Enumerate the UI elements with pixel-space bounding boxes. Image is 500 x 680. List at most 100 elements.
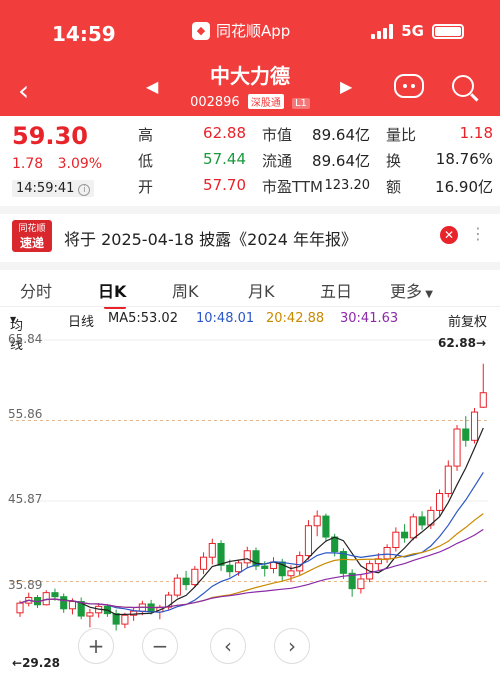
candle-body bbox=[51, 592, 59, 598]
app-logo-icon: ◆ bbox=[192, 21, 210, 40]
ma10-value: 10:48.01 bbox=[196, 311, 255, 326]
current-price: 59.30 bbox=[12, 122, 88, 150]
news-logo-top: 同花顺 bbox=[18, 224, 46, 234]
candle-body bbox=[208, 542, 216, 558]
scroll-right-button[interactable]: › bbox=[274, 628, 310, 664]
candle-body bbox=[16, 602, 24, 614]
tab-daily-k[interactable]: 日K bbox=[98, 278, 126, 302]
candle-body bbox=[112, 613, 120, 625]
quote-value: 89.64亿 bbox=[312, 126, 370, 144]
candle-body bbox=[401, 531, 409, 539]
battery-icon bbox=[432, 23, 464, 39]
candle-body bbox=[217, 542, 225, 566]
signal-icon bbox=[371, 23, 394, 39]
quote-value: 57.70 bbox=[203, 176, 246, 194]
news-banner[interactable]: 同花顺 速递 将于 2025-04-18 披露《2024 年年报》 ✕ ⋮ bbox=[0, 206, 500, 254]
candle-body bbox=[68, 601, 77, 610]
network-type: 5G bbox=[401, 22, 424, 40]
quote-value: 1.18 bbox=[459, 124, 493, 142]
adjust-selector[interactable]: 前复权 bbox=[448, 311, 487, 330]
candle-body bbox=[182, 577, 190, 586]
kline-svg[interactable] bbox=[0, 330, 500, 676]
app-name: 同花顺App bbox=[216, 22, 291, 40]
price-change: 1.78 3.09% bbox=[12, 156, 112, 172]
quote-label: 市盈TTM bbox=[262, 178, 324, 196]
candle-body bbox=[121, 614, 129, 625]
info-icon[interactable]: i bbox=[78, 184, 91, 196]
app-indicator[interactable]: ◆ 同花顺App bbox=[192, 20, 290, 41]
scroll-left-button[interactable]: ‹ bbox=[210, 628, 246, 664]
y-tick-3: 35.89 bbox=[8, 578, 43, 592]
candle-body bbox=[435, 493, 444, 511]
news-logo-bottom: 速递 bbox=[19, 236, 44, 250]
zoom-out-button[interactable]: − bbox=[142, 628, 178, 664]
more-vertical-icon[interactable]: ⋮ bbox=[470, 224, 486, 243]
candle-body bbox=[226, 564, 234, 573]
ma30-line bbox=[19, 528, 484, 609]
quote-time: 14:59:41 i bbox=[12, 180, 95, 197]
tab-monthly-k[interactable]: 月K bbox=[248, 278, 275, 302]
quote-label: 高 bbox=[138, 126, 154, 144]
chart-tabs: 分时 日K 周K 月K 五日 更多 ▼ bbox=[0, 262, 500, 309]
stock-name: 中大力德 bbox=[210, 64, 290, 88]
quote-label: 开 bbox=[138, 178, 154, 196]
tab-weekly-k[interactable]: 周K bbox=[172, 278, 199, 302]
candle-body bbox=[173, 577, 181, 596]
candle-body bbox=[287, 570, 295, 577]
tab-intraday[interactable]: 分时 bbox=[20, 278, 52, 302]
ma-legend: 均线 ▼ 日线 MA5:53.02 10:48.01 20:42.88 30:4… bbox=[0, 306, 500, 353]
search-icon[interactable] bbox=[452, 75, 474, 97]
candle-body bbox=[199, 556, 208, 570]
status-right: 5G bbox=[371, 22, 464, 40]
quote-label: 流通 bbox=[262, 152, 293, 170]
candle-body bbox=[339, 551, 347, 574]
quote-value: 18.76% bbox=[435, 150, 493, 168]
badge-connect: 深股通 bbox=[247, 94, 284, 109]
candle-body bbox=[357, 578, 365, 590]
quote-label: 量比 bbox=[386, 126, 417, 144]
quote-label: 市值 bbox=[262, 126, 293, 144]
candle-body bbox=[409, 516, 417, 539]
quote-value: 16.90亿 bbox=[435, 178, 493, 196]
candle-body bbox=[42, 592, 50, 606]
badge-level: L1 bbox=[291, 98, 310, 109]
stock-sub: 002896 深股通 L1 bbox=[0, 94, 500, 110]
chevron-down-icon: ▼ bbox=[10, 315, 17, 324]
candle-body bbox=[322, 515, 330, 538]
candle-body bbox=[234, 562, 243, 573]
candle-body bbox=[392, 531, 400, 549]
candle-body bbox=[418, 516, 426, 526]
quote-value: 57.44 bbox=[203, 150, 246, 168]
news-text[interactable]: 将于 2025-04-18 披露《2024 年年报》 bbox=[64, 226, 357, 250]
quote-label: 低 bbox=[138, 152, 154, 170]
quote-value: 62.88 bbox=[203, 124, 246, 142]
quote-value: 89.64亿 bbox=[312, 152, 370, 170]
y-tick-1: 55.86 bbox=[8, 407, 43, 421]
candle-body bbox=[313, 515, 321, 527]
chevron-down-icon: ▼ bbox=[422, 289, 433, 300]
close-icon[interactable]: ✕ bbox=[440, 226, 458, 244]
tab-five-day[interactable]: 五日 bbox=[320, 278, 352, 302]
low-marker: ←29.28 bbox=[12, 656, 61, 670]
candle-body bbox=[86, 612, 94, 617]
quote-panel: 59.30 1.78 3.09% 14:59:41 i 高 62.88 市值 89.64… bbox=[0, 116, 500, 206]
ma30-value: 30:41.63 bbox=[340, 311, 399, 326]
zoom-in-button[interactable]: + bbox=[78, 628, 114, 664]
stock-header: 14:59 ◆ 同花顺App 5G ‹ ◀ 中大力德 ▶ 002896 深股通 … bbox=[0, 0, 500, 116]
candle-body bbox=[453, 428, 461, 467]
status-time: 14:59 bbox=[52, 22, 116, 46]
change-percent: 3.09% bbox=[57, 156, 103, 172]
kline-chart[interactable]: 65.84 55.86 45.87 35.89 62.88→ ←29.28 + … bbox=[0, 330, 500, 676]
assistant-robot-icon[interactable] bbox=[394, 74, 424, 98]
high-marker-value: 62.88 bbox=[437, 336, 476, 350]
candle-body bbox=[479, 392, 487, 408]
candle-body bbox=[462, 428, 470, 441]
quote-label: 换 bbox=[386, 152, 402, 170]
candle-body bbox=[243, 550, 251, 564]
tab-more[interactable]: 更多 ▼ bbox=[390, 278, 433, 302]
ma5-value: MA5:53.02 bbox=[108, 311, 178, 326]
candle-body bbox=[60, 596, 68, 610]
candle-body bbox=[296, 555, 304, 572]
news-logo: 同花顺 速递 bbox=[12, 220, 52, 252]
quote-label: 额 bbox=[386, 178, 402, 196]
